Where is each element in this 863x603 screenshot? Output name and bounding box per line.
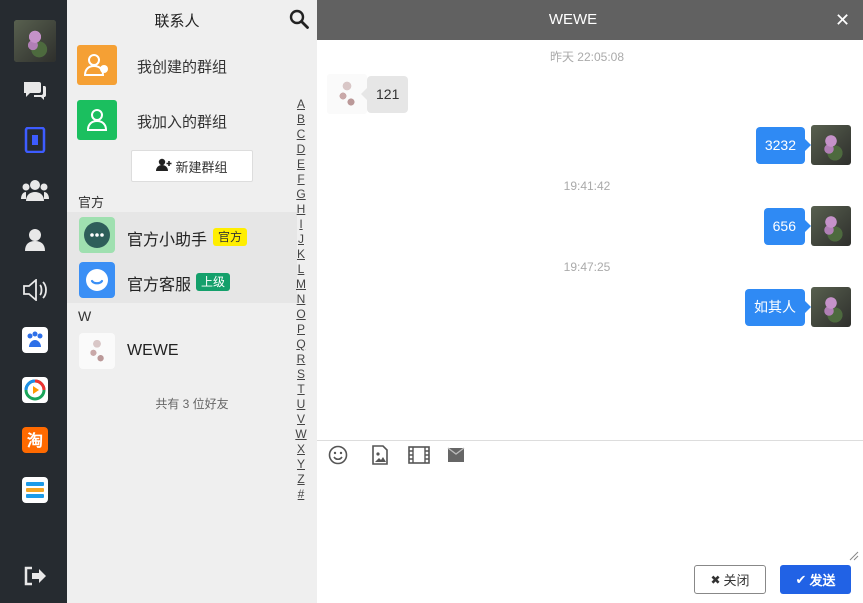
group-row-created[interactable]: 我创建的群组 [67,41,297,93]
search-icon[interactable] [289,9,309,32]
alphabet-index-letter[interactable]: O [294,307,308,322]
chat-title: WEWE [548,11,598,28]
alphabet-index-letter[interactable]: # [294,487,308,502]
group-icon[interactable] [18,174,52,206]
contact-name: 官方客服 [127,277,192,294]
alphabet-index-letter[interactable]: N [294,292,308,307]
my-avatar[interactable] [811,287,851,327]
file-icon[interactable] [445,444,467,466]
my-avatar[interactable] [14,20,56,62]
video-icon[interactable] [408,444,430,466]
alphabet-index-letter[interactable]: A [294,97,308,112]
svg-text:淘: 淘 [27,431,43,450]
send-button-label: 发送 [809,573,836,588]
service-avatar [79,262,115,298]
logout-icon[interactable] [18,560,52,592]
alphabet-index-letter[interactable]: V [294,412,308,427]
contact-row-wewe[interactable]: WEWE [67,328,297,374]
alphabet-index-letter[interactable]: S [294,367,308,382]
chat-header: WEWE ✕ [317,0,863,40]
group-row-joined[interactable]: 我加入的群组 [67,96,297,148]
app-sidebar: 淘 [0,0,67,603]
composer-divider [317,440,863,441]
alphabet-index-letter[interactable]: X [294,442,308,457]
contact-row-service[interactable]: 官方客服 上级 [67,257,297,303]
resize-grip-icon[interactable] [849,548,859,564]
message-bubble: 如其人 [745,289,811,326]
contact-name: 官方小助手 [127,232,208,249]
message-timestamp: 19:41:42 [563,179,611,193]
alphabet-index-letter[interactable]: Z [294,472,308,487]
alphabet-index-letter[interactable]: I [294,217,308,232]
message-timestamp: 昨天 22:05:08 [549,50,625,64]
baidu-app-icon[interactable] [18,324,52,356]
alphabet-index-letter[interactable]: L [294,262,308,277]
section-header-official: 官方 [78,195,105,210]
alphabet-index-letter[interactable]: R [294,352,308,367]
check-icon: ✔ [795,571,807,587]
message-timestamp: 19:47:25 [563,260,611,274]
alphabet-index-letter[interactable]: Q [294,337,308,352]
friend-count: 共有 3 位好友 [155,397,229,411]
speaker-icon[interactable] [18,274,52,306]
emoji-icon[interactable] [327,444,349,466]
image-icon[interactable] [369,444,391,466]
message-input[interactable] [317,470,857,558]
contact-row-assistant[interactable]: 官方小助手 官方 [67,212,297,258]
alphabet-index-letter[interactable]: B [294,112,308,127]
alphabet-index-letter[interactable]: K [294,247,308,262]
wewe-avatar [79,333,115,369]
alphabet-index-letter[interactable]: J [294,232,308,247]
close-button[interactable]: ✖ 关闭 [694,565,766,594]
close-button-label: 关闭 [723,573,750,588]
video-app-icon[interactable] [18,374,52,406]
group-joined-label: 我加入的群组 [137,114,228,131]
contacts-book-icon[interactable] [18,124,52,156]
group-created-icon [77,45,117,85]
contacts-title: 联系人 [154,13,200,30]
alphabet-index-letter[interactable]: F [294,172,308,187]
taobao-app-icon[interactable]: 淘 [18,424,52,456]
assistant-avatar [79,217,115,253]
section-header-w: W [78,308,92,324]
chat-window: WEWE ✕ 昨天 22:05:08 121 3232 19:41:42 656… [317,0,863,603]
group-joined-icon [77,100,117,140]
alphabet-index-letter[interactable]: C [294,127,308,142]
close-x-icon: ✖ [710,572,721,587]
group-created-label: 我创建的群组 [137,59,228,76]
message-bubble: 3232 [755,127,812,164]
message-bubble: 656 [763,208,812,245]
contact-name: WEWE [127,342,179,359]
layers-app-icon[interactable] [18,474,52,506]
alphabet-index-letter[interactable]: E [294,157,308,172]
my-avatar[interactable] [811,125,851,165]
alphabet-index-letter[interactable]: P [294,322,308,337]
message-bubble: 121 [360,76,409,113]
alphabet-index-letter[interactable]: H [294,202,308,217]
official-badge: 官方 [213,228,248,246]
alphabet-index-letter[interactable]: D [294,142,308,157]
new-group-button[interactable]: 新建群组 [131,150,253,182]
contacts-panel: 联系人 我创建的群组 我加入的群组 新建群组 官方 官方小助手 官方 官方客服 … [67,0,317,603]
superior-badge: 上级 [196,273,231,291]
alphabet-index-letter[interactable]: W [294,427,308,442]
send-button[interactable]: ✔ 发送 [780,565,851,594]
alphabet-index-letter[interactable]: M [294,277,308,292]
add-user-icon [156,158,172,175]
alphabet-index-letter[interactable]: U [294,397,308,412]
close-icon[interactable]: ✕ [835,10,850,31]
my-avatar[interactable] [811,206,851,246]
new-group-label: 新建群组 [175,159,228,175]
alphabet-index-letter[interactable]: T [294,382,308,397]
alphabet-index-letter[interactable]: G [294,187,308,202]
user-icon[interactable] [18,224,52,256]
chat-icon[interactable] [18,74,52,106]
alphabet-index-letter[interactable]: Y [294,457,308,472]
alphabet-index: A B C D E F G H I J K L M N O P Q R S T U V W X Y Z # [294,97,308,502]
contacts-header: 联系人 [67,0,317,40]
